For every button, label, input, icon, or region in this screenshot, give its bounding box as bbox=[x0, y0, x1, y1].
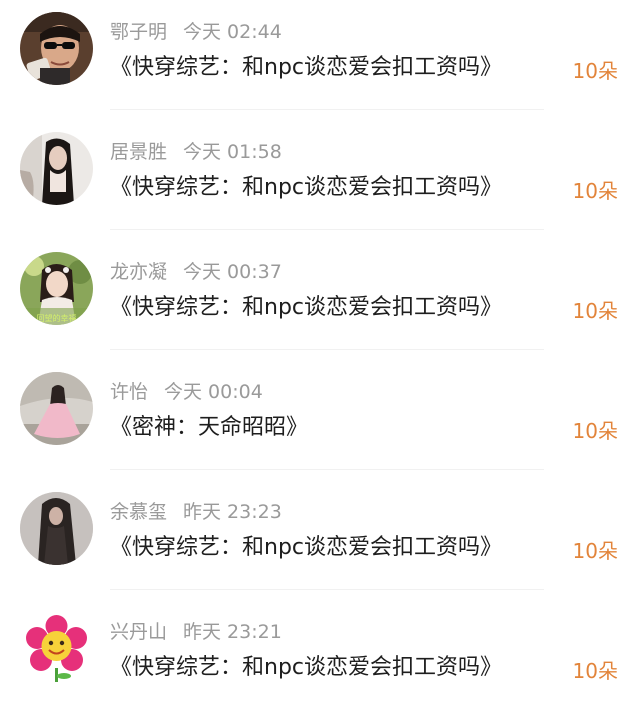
user-name[interactable]: 居景胜 bbox=[110, 141, 167, 163]
user-name[interactable]: 兴丹山 bbox=[110, 621, 167, 643]
avatar[interactable] bbox=[20, 372, 93, 445]
gift-count: 10朵 bbox=[572, 179, 618, 203]
user-name[interactable]: 余慕玺 bbox=[110, 501, 167, 523]
avatar[interactable]: 回望的幸福 bbox=[20, 252, 93, 325]
user-name[interactable]: 龙亦凝 bbox=[110, 261, 167, 283]
item-meta: 居景胜 今天 01:58 bbox=[110, 138, 282, 166]
gift-count: 10朵 bbox=[572, 659, 618, 683]
divider bbox=[110, 229, 544, 230]
list-item[interactable]: 鄂子明 今天 02:44 《快穿综艺：和npc谈恋爱会扣工资吗》 10朵 bbox=[0, 0, 640, 120]
book-title[interactable]: 《快穿综艺：和npc谈恋爱会扣工资吗》 bbox=[110, 290, 502, 326]
item-meta: 余慕玺 昨天 23:23 bbox=[110, 498, 282, 526]
timestamp: 今天 02:44 bbox=[183, 21, 282, 43]
divider bbox=[110, 589, 544, 590]
avatar[interactable] bbox=[20, 612, 93, 685]
gift-count: 10朵 bbox=[572, 59, 618, 83]
book-title[interactable]: 《快穿综艺：和npc谈恋爱会扣工资吗》 bbox=[110, 650, 502, 686]
timestamp: 今天 01:58 bbox=[183, 141, 282, 163]
divider bbox=[110, 469, 544, 470]
timestamp: 昨天 23:21 bbox=[183, 621, 282, 643]
item-meta: 兴丹山 昨天 23:21 bbox=[110, 618, 282, 646]
list-item[interactable]: 兴丹山 昨天 23:21 《快穿综艺：和npc谈恋爱会扣工资吗》 10朵 bbox=[0, 600, 640, 720]
avatar-woman-long-hair-image bbox=[20, 492, 93, 565]
gift-count: 10朵 bbox=[572, 419, 618, 443]
book-title[interactable]: 《快穿综艺：和npc谈恋爱会扣工资吗》 bbox=[110, 530, 502, 566]
list-item[interactable]: 回望的幸福 龙亦凝 今天 00:37 《快穿综艺：和npc谈恋爱会扣工资吗》 10… bbox=[0, 240, 640, 360]
avatar-girl-flowers-image: 回望的幸福 bbox=[20, 252, 93, 325]
list-item[interactable]: 许怡 今天 00:04 《密神：天命昭昭》 10朵 bbox=[0, 360, 640, 480]
avatar-woman-dark-hair-image bbox=[20, 132, 93, 205]
book-title[interactable]: 《快穿综艺：和npc谈恋爱会扣工资吗》 bbox=[110, 170, 502, 206]
list-item[interactable]: 居景胜 今天 01:58 《快穿综艺：和npc谈恋爱会扣工资吗》 10朵 bbox=[0, 120, 640, 240]
user-name[interactable]: 许怡 bbox=[110, 381, 148, 403]
avatar[interactable] bbox=[20, 132, 93, 205]
avatar[interactable] bbox=[20, 492, 93, 565]
book-title[interactable]: 《密神：天命昭昭》 bbox=[110, 410, 308, 446]
item-meta: 鄂子明 今天 02:44 bbox=[110, 18, 282, 46]
avatar[interactable] bbox=[20, 12, 93, 85]
divider bbox=[110, 109, 544, 110]
avatar-man-sunglasses-image bbox=[20, 12, 93, 85]
book-title[interactable]: 《快穿综艺：和npc谈恋爱会扣工资吗》 bbox=[110, 50, 502, 86]
user-name[interactable]: 鄂子明 bbox=[110, 21, 167, 43]
timestamp: 昨天 23:23 bbox=[183, 501, 282, 523]
avatar-cartoon-flower-image bbox=[20, 612, 93, 685]
gift-record-list: 鄂子明 今天 02:44 《快穿综艺：和npc谈恋爱会扣工资吗》 10朵 居景胜今… bbox=[0, 0, 640, 722]
item-meta: 许怡 今天 00:04 bbox=[110, 378, 263, 406]
avatar-woman-pink-dress-image bbox=[20, 372, 93, 445]
gift-count: 10朵 bbox=[572, 539, 618, 563]
item-meta: 龙亦凝 今天 00:37 bbox=[110, 258, 282, 286]
svg-text:回望的幸福: 回望的幸福 bbox=[37, 313, 77, 323]
timestamp: 今天 00:04 bbox=[164, 381, 263, 403]
timestamp: 今天 00:37 bbox=[183, 261, 282, 283]
list-item[interactable]: 余慕玺 昨天 23:23 《快穿综艺：和npc谈恋爱会扣工资吗》 10朵 bbox=[0, 480, 640, 600]
gift-count: 10朵 bbox=[572, 299, 618, 323]
divider bbox=[110, 349, 544, 350]
